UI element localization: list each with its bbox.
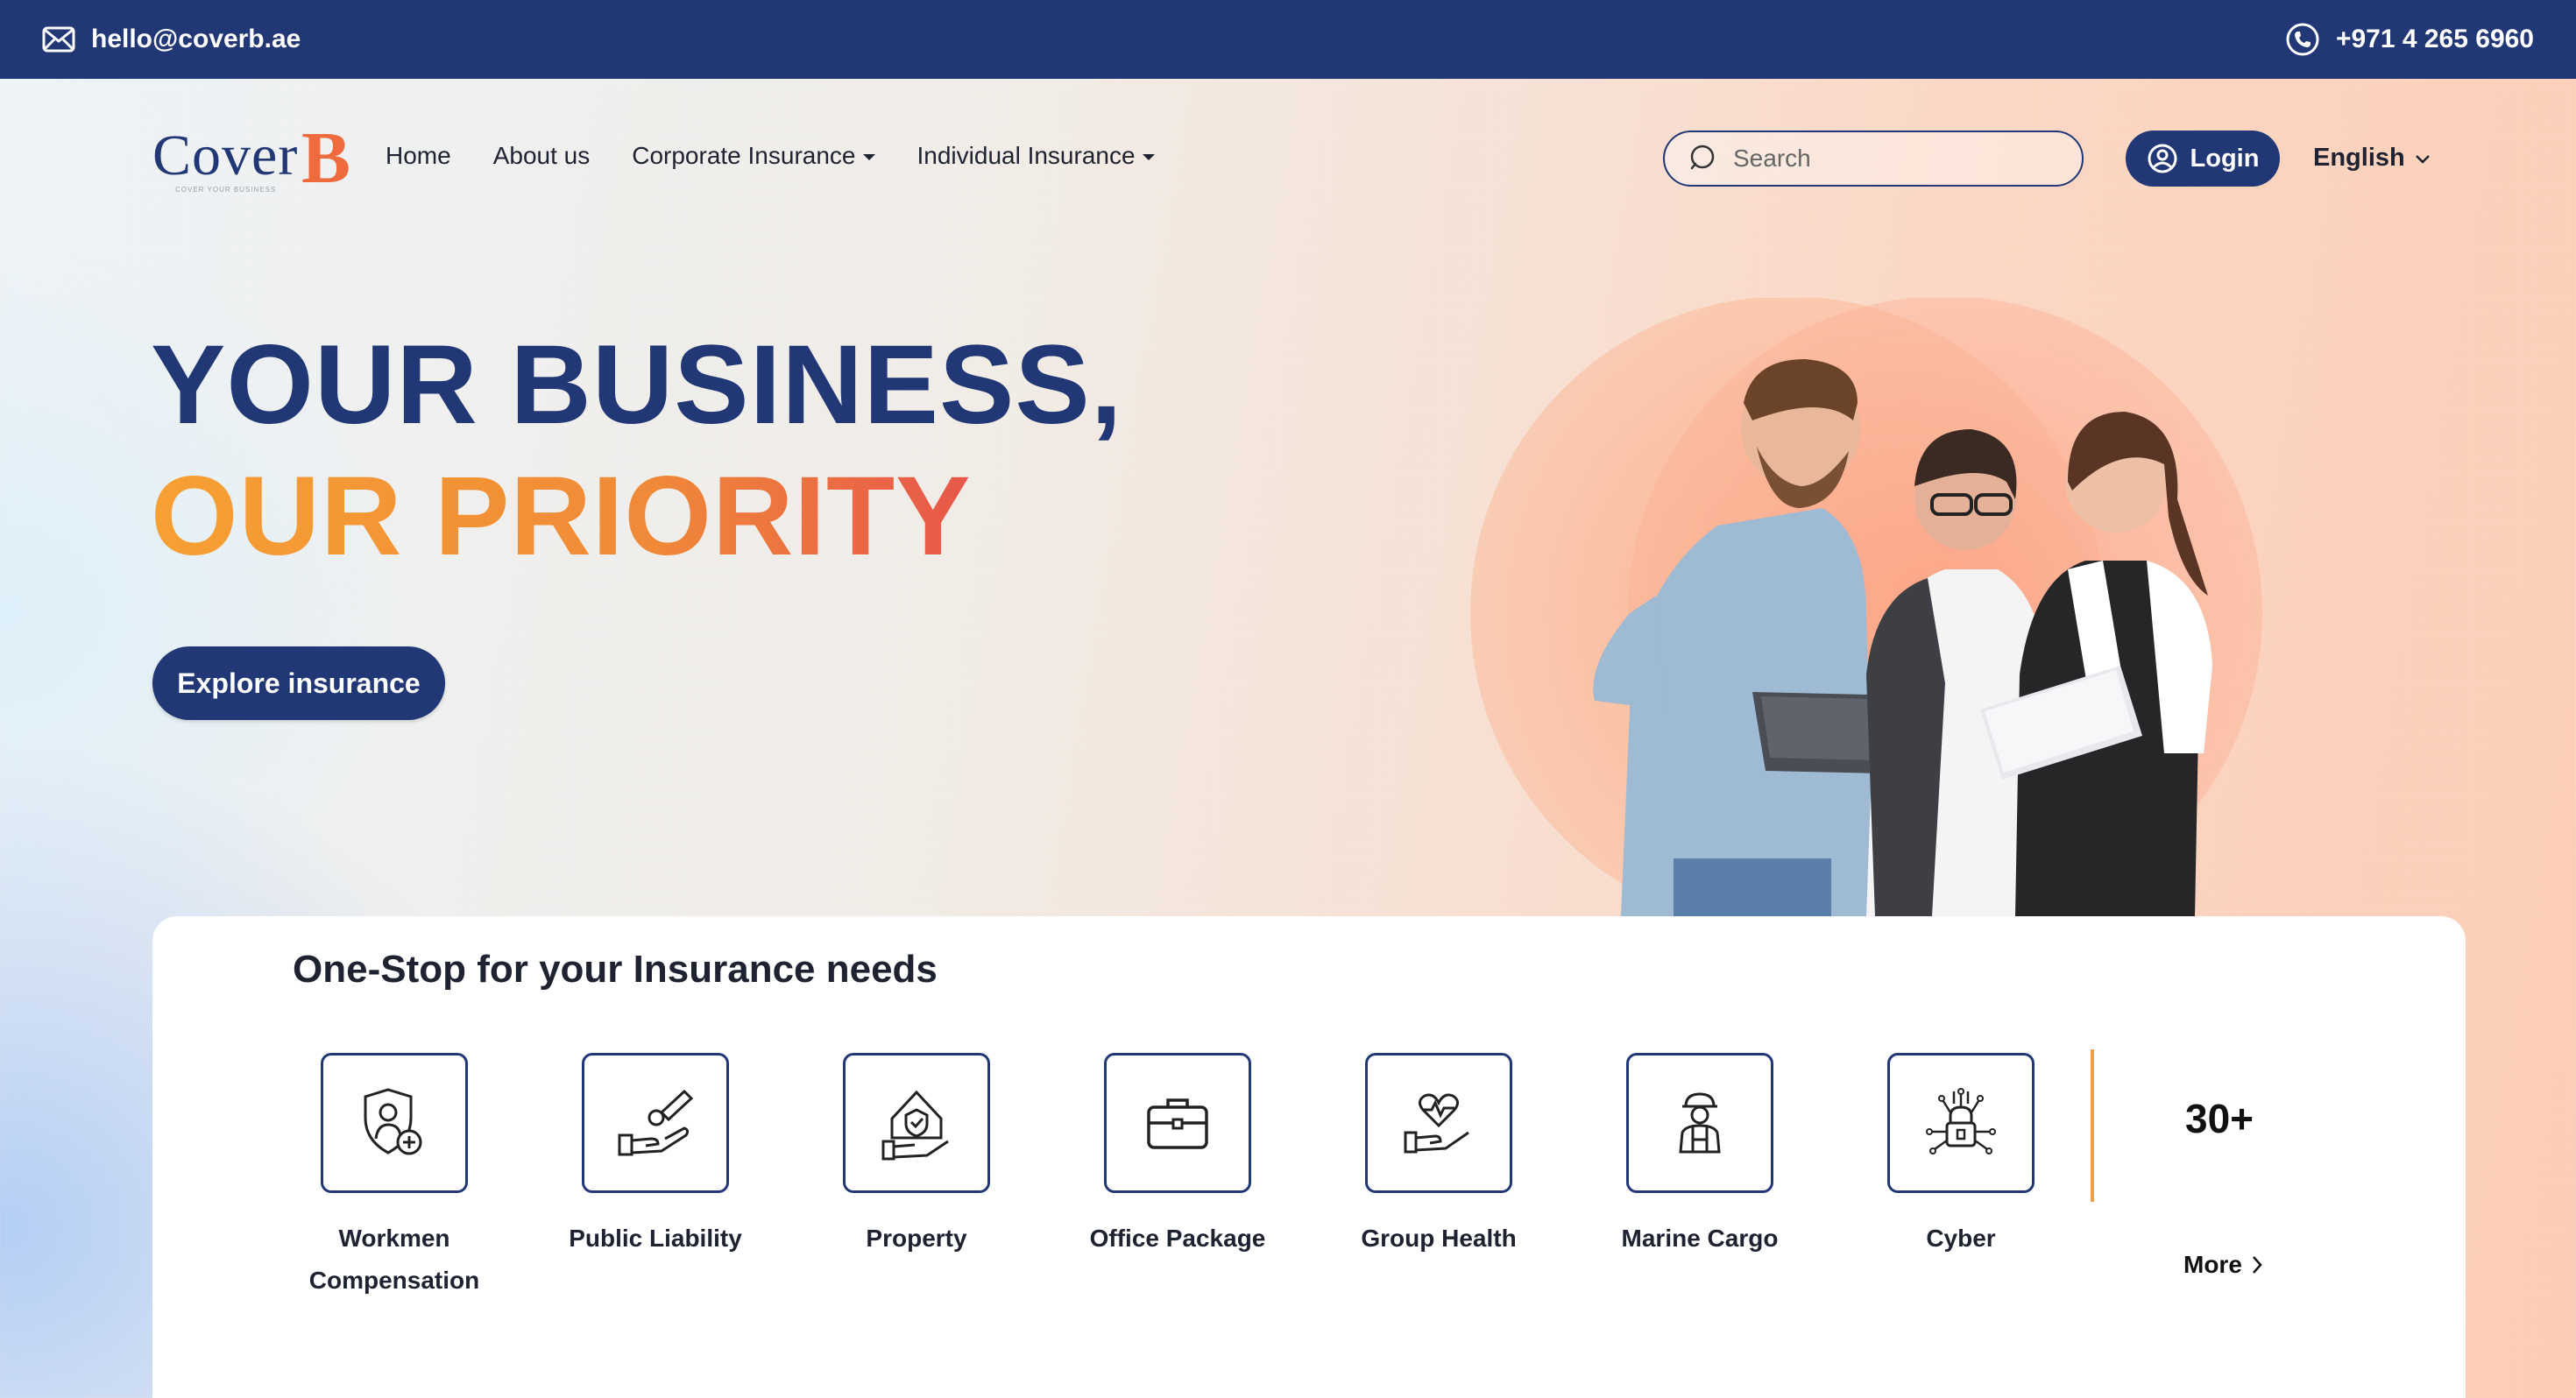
service-icon-box xyxy=(321,1053,468,1193)
service-label: Workmen Compensation xyxy=(308,1225,480,1294)
service-label: Group Health xyxy=(1361,1225,1517,1252)
caret-down-icon xyxy=(862,153,875,160)
logo[interactable]: Cover B COVER YOUR BUSINESS xyxy=(152,117,350,199)
service-icon-box xyxy=(582,1053,729,1193)
service-property[interactable]: Property xyxy=(803,1053,1030,1260)
service-icon-box xyxy=(1626,1053,1773,1193)
services-title: One-Stop for your Insurance needs xyxy=(293,948,938,991)
nav-item-corporate-insurance[interactable]: Corporate Insurance xyxy=(632,142,875,170)
service-workmen-compensation[interactable]: Workmen Compensation xyxy=(280,1053,508,1302)
nav-label: Individual Insurance xyxy=(916,142,1136,169)
more-services-link[interactable]: More xyxy=(2183,1251,2263,1279)
team-photo-image xyxy=(1470,298,2262,916)
phone-icon xyxy=(2286,23,2319,56)
service-icon-box xyxy=(1365,1053,1512,1193)
heart-hand-icon xyxy=(1404,1093,1469,1154)
services-card: One-Stop for your Insurance needs Workme… xyxy=(152,916,2466,1398)
explore-insurance-button[interactable]: Explore insurance xyxy=(152,646,445,720)
service-icon-box xyxy=(1887,1053,2035,1193)
language-label: English xyxy=(2313,144,2405,172)
nav-label: Home xyxy=(386,142,451,169)
logo-word: Cover xyxy=(152,124,299,187)
language-selector[interactable]: English xyxy=(2313,144,2431,173)
hand-coin-icon xyxy=(618,1089,694,1156)
phone-text: +971 4 265 6960 xyxy=(2335,25,2534,53)
more-label: More xyxy=(2183,1251,2242,1278)
mail-icon xyxy=(42,26,75,53)
top-bar: hello@coverb.ae +971 4 265 6960 xyxy=(0,0,2576,79)
hero-illustration xyxy=(1454,298,2401,916)
hero-heading-line2: OUR PRIORITY xyxy=(151,454,972,579)
nav-label: About us xyxy=(492,142,591,169)
service-group-health[interactable]: Group Health xyxy=(1325,1053,1553,1260)
service-public-liability[interactable]: Public Liability xyxy=(541,1053,769,1260)
briefcase-icon xyxy=(1147,1098,1208,1149)
nav-item-home[interactable]: Home xyxy=(386,142,451,170)
services-list: Workmen Compensation Public Liability Pr… xyxy=(152,1049,2466,1333)
more-services-count: 30+ xyxy=(2185,1096,2254,1141)
user-icon xyxy=(2148,144,2177,173)
logo-letter: B xyxy=(301,117,351,199)
logo-tagline: COVER YOUR BUSINESS xyxy=(175,186,277,194)
service-label: Property xyxy=(866,1225,967,1252)
nav-label: Corporate Insurance xyxy=(632,142,856,169)
service-marine-cargo[interactable]: Marine Cargo xyxy=(1586,1053,1814,1260)
main-navigation: Cover B COVER YOUR BUSINESS Home About u… xyxy=(0,79,2576,237)
contact-phone[interactable]: +971 4 265 6960 xyxy=(2285,22,2534,57)
chevron-right-icon xyxy=(2252,1256,2262,1274)
nav-item-about[interactable]: About us xyxy=(493,142,591,170)
service-icon-box xyxy=(1104,1053,1251,1193)
email-text: hello@coverb.ae xyxy=(91,25,301,53)
service-label: Office Package xyxy=(1089,1225,1266,1252)
contact-email[interactable]: hello@coverb.ae xyxy=(42,25,301,54)
nav-menu: Home About us Corporate Insurance Indivi… xyxy=(386,142,1155,170)
nav-item-individual-insurance[interactable]: Individual Insurance xyxy=(917,142,1155,170)
service-label: Public Liability xyxy=(569,1225,742,1252)
caret-down-icon xyxy=(1142,153,1155,160)
login-label: Login xyxy=(2190,144,2260,173)
services-divider xyxy=(2091,1049,2094,1202)
service-icon-box xyxy=(843,1053,990,1193)
service-office-package[interactable]: Office Package xyxy=(1064,1053,1292,1260)
login-button[interactable]: Login xyxy=(2126,131,2280,187)
shield-worker-icon xyxy=(364,1088,422,1155)
service-label: Cyber xyxy=(1926,1225,1996,1252)
circuit-lock-icon xyxy=(1926,1088,1996,1154)
house-hand-icon xyxy=(881,1090,949,1161)
search-input[interactable] xyxy=(1733,145,2049,173)
search-icon xyxy=(1690,145,1715,170)
search-box xyxy=(1663,131,2084,187)
hero-heading-line1: YOUR BUSINESS, xyxy=(151,322,1123,448)
chevron-down-icon xyxy=(2415,154,2430,164)
service-label: Marine Cargo xyxy=(1621,1225,1779,1252)
cargo-worker-icon xyxy=(1679,1092,1721,1154)
service-cyber[interactable]: Cyber xyxy=(1847,1053,2075,1260)
